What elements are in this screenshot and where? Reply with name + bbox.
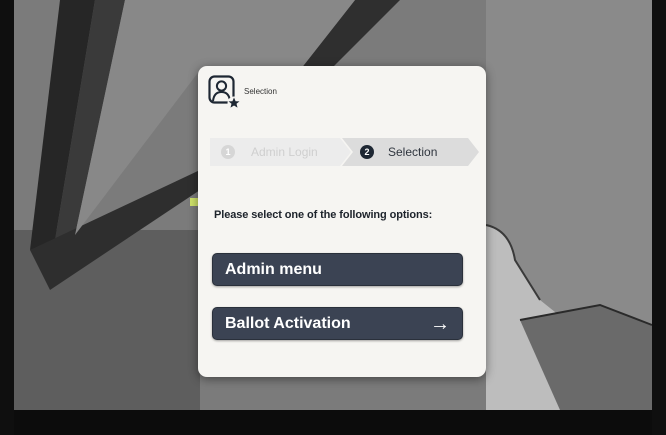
admin-menu-button[interactable]: Admin menu: [212, 253, 463, 286]
admin-menu-label: Admin menu: [225, 260, 322, 278]
step-label: Admin Login: [251, 145, 318, 159]
ballot-activation-button[interactable]: Ballot Activation →: [212, 307, 463, 340]
instruction-text: Please select one of the following optio…: [214, 209, 433, 221]
step-label: Selection: [388, 145, 438, 159]
selection-dialog: Selection 1 Admin Login 2 Selection Plea…: [198, 66, 486, 377]
dialog-header: Selection: [208, 75, 277, 111]
step-admin-login: 1 Admin Login: [221, 138, 318, 166]
step-selection: 2 Selection: [360, 138, 437, 166]
ballot-activation-label: Ballot Activation: [225, 314, 351, 332]
step-number-badge: 1: [221, 145, 235, 159]
dialog-title: Selection: [244, 87, 277, 96]
step-number-badge: 2: [360, 145, 374, 159]
arrow-right-icon: →: [430, 312, 450, 335]
admin-user-star-icon: [208, 75, 240, 109]
progress-stepper: 1 Admin Login 2 Selection: [210, 138, 480, 166]
